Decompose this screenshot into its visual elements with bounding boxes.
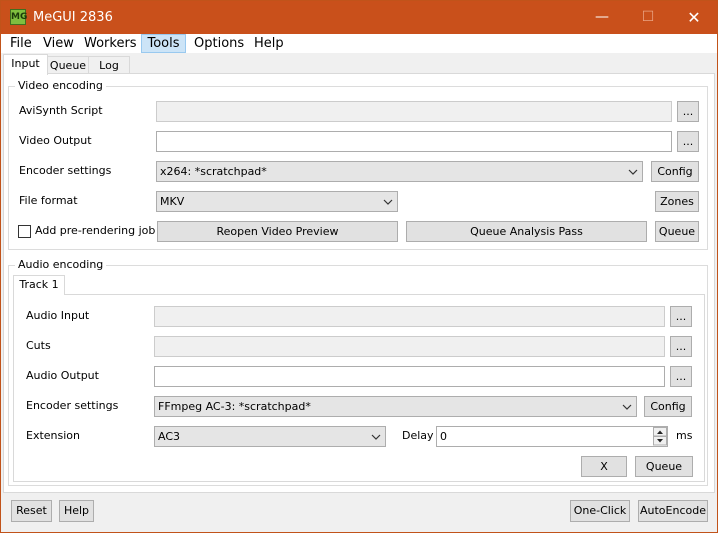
audio-output-field[interactable] xyxy=(154,366,665,387)
menu-bar: File View Workers Tools Options Help xyxy=(1,34,717,53)
zones-button[interactable]: Zones xyxy=(655,191,699,212)
menu-view[interactable]: View xyxy=(43,34,74,53)
prerender-label: Add pre-rendering job xyxy=(35,224,156,237)
window-title: MeGUI 2836 xyxy=(33,10,113,25)
video-output-label: Video Output xyxy=(19,134,92,147)
chevron-down-icon xyxy=(622,404,632,410)
delay-input[interactable]: 0 xyxy=(436,426,668,447)
megui-app-icon: MG xyxy=(10,9,27,25)
queue-analysis-pass-button[interactable]: Queue Analysis Pass xyxy=(406,221,647,242)
title-bar[interactable]: MG MeGUI 2836 — ☐ ✕ xyxy=(1,1,717,34)
audio-input-label: Audio Input xyxy=(26,309,90,322)
menu-help[interactable]: Help xyxy=(254,34,284,53)
minimize-button[interactable]: — xyxy=(579,1,625,34)
video-encoder-value: x264: *scratchpad* xyxy=(160,165,267,178)
video-output-input[interactable] xyxy=(156,131,672,152)
extension-select[interactable]: AC3 xyxy=(154,426,386,447)
menu-file[interactable]: File xyxy=(10,34,32,53)
audio-config-button[interactable]: Config xyxy=(644,396,692,417)
menu-options[interactable]: Options xyxy=(194,34,244,53)
help-button[interactable]: Help xyxy=(59,500,94,522)
video-encoding-group: Video encoding AviSynth Script ... Video… xyxy=(8,79,708,250)
tab-track-1[interactable]: Track 1 xyxy=(13,275,65,295)
video-encoder-settings-label: Encoder settings xyxy=(19,164,112,177)
cuts-browse-button[interactable]: ... xyxy=(670,336,692,357)
track-1-panel: Audio Input ... Cuts ... Audio Output ..… xyxy=(13,294,705,482)
video-output-browse-button[interactable]: ... xyxy=(677,131,699,152)
file-format-select[interactable]: MKV xyxy=(156,191,398,212)
cuts-field[interactable] xyxy=(154,336,665,357)
video-encoding-title: Video encoding xyxy=(15,79,106,92)
audio-encoding-title: Audio encoding xyxy=(15,258,107,271)
avisynth-script-input[interactable] xyxy=(156,101,672,122)
audio-queue-button[interactable]: Queue xyxy=(635,456,693,477)
autoencode-button[interactable]: AutoEncode xyxy=(638,500,708,522)
prerender-checkbox[interactable] xyxy=(18,225,31,238)
audio-encoder-settings-select[interactable]: FFmpeg AC-3: *scratchpad* xyxy=(154,396,637,417)
audio-input-field[interactable] xyxy=(154,306,665,327)
spinner-arrows-icon[interactable] xyxy=(653,427,667,446)
video-encoder-settings-select[interactable]: x264: *scratchpad* xyxy=(156,161,643,182)
tab-input[interactable]: Input xyxy=(3,54,48,75)
chevron-down-icon xyxy=(371,434,381,440)
avisynth-script-label: AviSynth Script xyxy=(19,104,103,117)
cuts-label: Cuts xyxy=(26,339,51,352)
chevron-down-icon xyxy=(628,169,638,175)
video-config-button[interactable]: Config xyxy=(651,161,699,182)
audio-output-browse-button[interactable]: ... xyxy=(670,366,692,387)
avisynth-browse-button[interactable]: ... xyxy=(677,101,699,122)
delay-label: Delay xyxy=(402,429,434,442)
input-tab-panel: Video encoding AviSynth Script ... Video… xyxy=(3,73,715,493)
file-format-label: File format xyxy=(19,194,78,207)
extension-label: Extension xyxy=(26,429,81,442)
audio-encoding-group: Audio encoding Track 1 Audio Input ... C… xyxy=(8,258,708,486)
reopen-video-preview-button[interactable]: Reopen Video Preview xyxy=(157,221,398,242)
maximize-button[interactable]: ☐ xyxy=(625,1,671,34)
audio-input-browse-button[interactable]: ... xyxy=(670,306,692,327)
main-tab-bar: Input Queue Log xyxy=(1,54,717,75)
delay-spinner[interactable] xyxy=(653,427,667,446)
delay-unit-label: ms xyxy=(676,429,693,442)
reset-button[interactable]: Reset xyxy=(11,500,52,522)
remove-track-button[interactable]: X xyxy=(581,456,627,477)
menu-tools[interactable]: Tools xyxy=(141,34,186,53)
close-button[interactable]: ✕ xyxy=(671,1,717,34)
video-queue-button[interactable]: Queue xyxy=(655,221,699,242)
audio-output-label: Audio Output xyxy=(26,369,99,382)
chevron-down-icon xyxy=(383,199,393,205)
extension-value: AC3 xyxy=(158,430,181,443)
file-format-value: MKV xyxy=(160,195,185,208)
megui-window: MG MeGUI 2836 — ☐ ✕ File View Workers To… xyxy=(0,0,718,533)
menu-workers[interactable]: Workers xyxy=(84,34,137,53)
audio-encoder-value: FFmpeg AC-3: *scratchpad* xyxy=(158,400,311,413)
audio-encoder-settings-label: Encoder settings xyxy=(26,399,119,412)
one-click-button[interactable]: One-Click xyxy=(570,500,630,522)
